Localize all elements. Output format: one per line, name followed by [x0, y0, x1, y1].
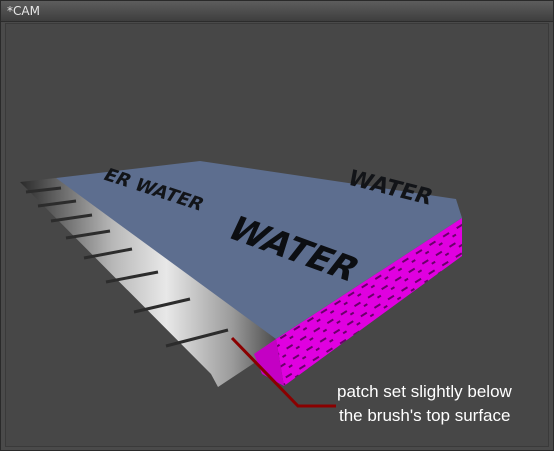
- annotation-line-2: the brush's top surface: [339, 406, 510, 425]
- window-titlebar[interactable]: *CAM: [1, 1, 553, 22]
- scene: ER WATER WATER WATER patch set slightly …: [20, 161, 513, 425]
- camera-window: *CAM ER WATER WATER WATER patch set slig…: [0, 0, 554, 451]
- annotation-line-1: patch set slightly below: [337, 382, 513, 401]
- window-title: *CAM: [7, 4, 40, 18]
- camera-viewport[interactable]: ER WATER WATER WATER patch set slightly …: [5, 23, 549, 447]
